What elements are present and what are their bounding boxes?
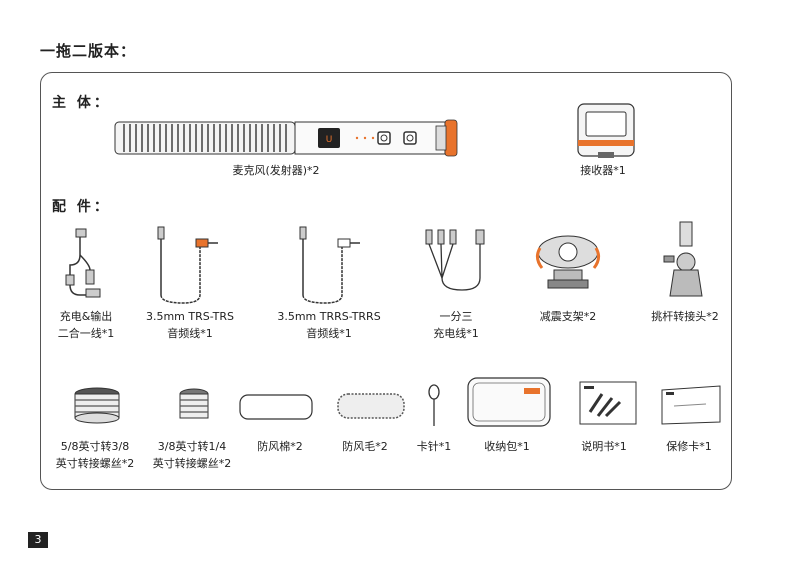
screw-adapter-small-illustration [179,388,209,419]
screw-adapter-large-illustration [74,387,120,424]
accessory-caption: 保修卡*1 [666,440,712,453]
receiver-illustration [577,103,635,158]
accessory-caption: 5/8英寸转3/8 英寸转接螺丝*2 [55,440,135,470]
splitter-cable-illustration [425,229,485,291]
manual-illustration [579,381,637,425]
trs-cable-illustration [157,226,218,304]
foam-windscreen-illustration [239,394,313,420]
accessory-caption: 防风棉*2 [257,440,303,453]
accessory-caption: 减震支架*2 [539,310,597,323]
accessory-caption: 防风毛*2 [342,440,388,453]
microphone-illustration: U [114,119,458,157]
accessory-caption: 卡针*1 [416,440,452,453]
accessory-caption: 3.5mm TRS-TRS 音频线*1 [145,310,235,340]
shock-mount-illustration [535,235,601,289]
boom-adapter-illustration [663,221,703,297]
trrs-cable-illustration [299,226,360,304]
main-body-heading: 主 体： [52,95,111,111]
accessory-caption: 一分三 充电线*1 [433,310,479,340]
accessory-caption: 说明书*1 [581,440,627,453]
accessory-caption: 收纳包*1 [484,440,530,453]
accessory-caption: 充电&输出 二合一线*1 [57,310,115,340]
accessory-caption: 挑杆转接头*2 [651,310,719,323]
receiver-caption: 接收器*1 [580,164,626,177]
pin-illustration [428,384,440,426]
dual-cable-illustration [65,228,101,298]
mic-caption: 麦克风(发射器)*2 [232,164,320,177]
svg-text:U: U [326,135,333,145]
storage-bag-illustration [467,377,551,427]
warranty-card-illustration [661,385,721,425]
accessories-heading: 配 件： [52,199,111,215]
accessory-caption: 3/8英寸转1/4 英寸转接螺丝*2 [152,440,232,470]
page-number: 3 [28,532,48,548]
accessory-caption: 3.5mm TRRS-TRRS 音频线*1 [277,310,381,340]
fur-windscreen-illustration [337,393,405,419]
page-title: 一拖二版本： [40,42,137,60]
